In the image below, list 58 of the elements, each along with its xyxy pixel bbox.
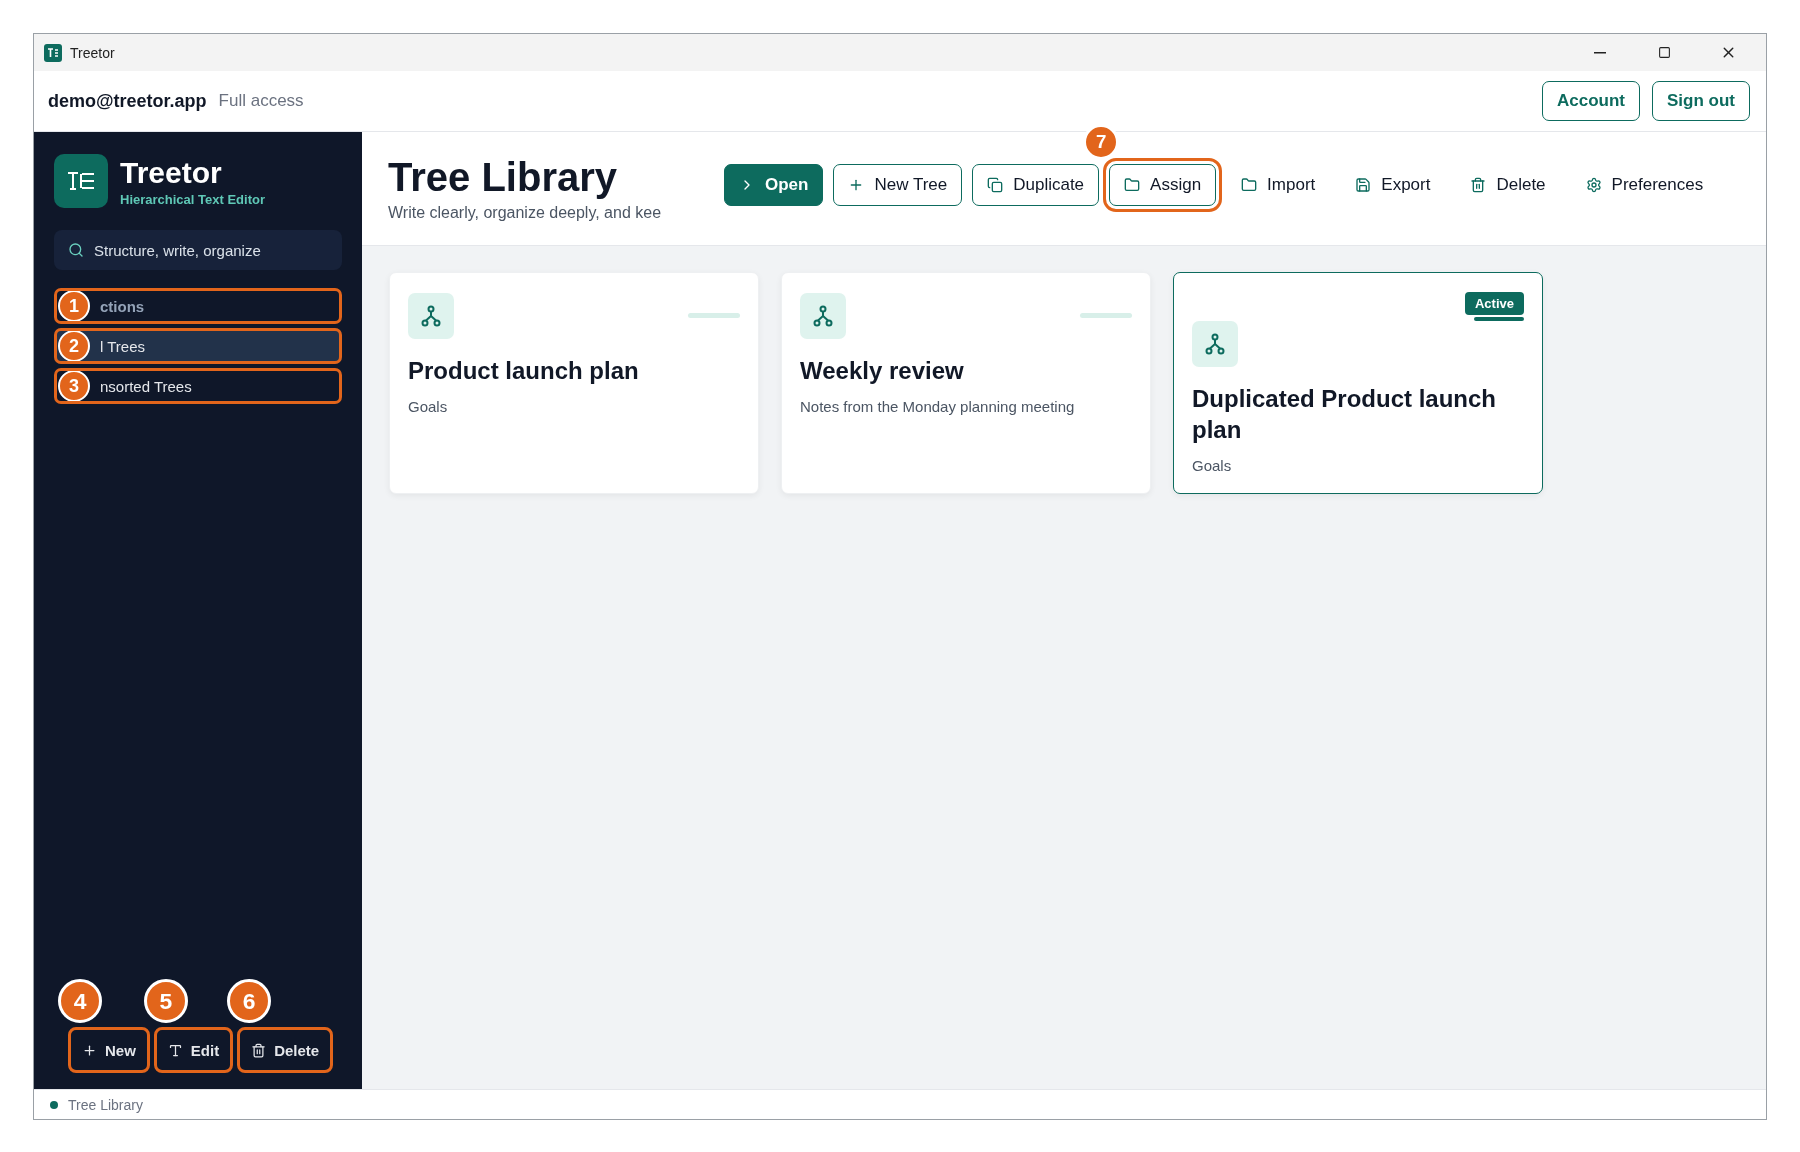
tree-card[interactable]: Product launch plan Goals xyxy=(389,272,759,494)
card-subtitle: Goals xyxy=(1192,457,1233,475)
sidebar-action-button[interactable]: New xyxy=(68,1027,150,1073)
item-label: nsorted Trees xyxy=(100,377,192,395)
callout-number: 5 xyxy=(143,979,188,1023)
sidebar-item[interactable]: 3 nsorted Trees xyxy=(54,368,342,404)
search-icon xyxy=(68,242,84,258)
progress-bar xyxy=(688,313,740,318)
callout-number: 6 xyxy=(227,979,272,1023)
logo-icon xyxy=(54,154,108,208)
app-tagline: Hierarchical Text Editor xyxy=(120,191,265,207)
card-title: Weekly review xyxy=(800,356,965,386)
folder-icon xyxy=(1241,176,1258,193)
status-dot xyxy=(50,1100,58,1109)
card-subtitle: Notes from the Monday planning meeting xyxy=(800,398,1076,416)
toolbar-button[interactable]: Duplicate xyxy=(972,163,1100,206)
settings-icon xyxy=(1585,176,1602,193)
card-subtitle: Goals xyxy=(408,398,449,416)
trash-icon xyxy=(251,1042,267,1058)
progress-bar xyxy=(1080,313,1132,318)
tree-card[interactable]: Weekly review Notes from the Monday planning meeting xyxy=(781,272,1151,494)
plus-icon xyxy=(82,1042,97,1058)
maximize-icon xyxy=(1657,46,1671,59)
minimize-icon xyxy=(1594,51,1606,54)
status-text: Tree Library xyxy=(68,1096,143,1113)
sidebar-item[interactable]: 2 l Trees xyxy=(54,328,342,364)
card-title: Product launch plan xyxy=(408,356,640,386)
text-icon xyxy=(167,1042,183,1058)
page-subtitle: Write clearly, organize deeply, and kee xyxy=(388,204,663,222)
toolbar-button[interactable]: Open xyxy=(724,163,824,206)
item-label: l Trees xyxy=(100,337,145,355)
page-title: Tree Library xyxy=(388,155,618,200)
tree-icon xyxy=(421,305,441,327)
user-email: demo@treetor.app xyxy=(48,90,207,112)
header-button[interactable]: Account xyxy=(1542,81,1640,121)
section-heading: ctions xyxy=(100,297,145,315)
sidebar-action-button[interactable]: Edit xyxy=(153,1027,234,1073)
callout-number: 3 xyxy=(58,370,90,402)
tree-icon xyxy=(1205,333,1225,355)
header-button[interactable]: Sign out xyxy=(1652,81,1750,121)
callout-number: 4 xyxy=(58,979,102,1023)
search-field[interactable]: Structure, write, organize xyxy=(54,230,342,270)
active-badge: Active xyxy=(1464,292,1524,315)
toolbar-button[interactable]: New Tree xyxy=(833,163,963,206)
app-icon xyxy=(44,43,62,62)
tree-icon xyxy=(813,305,833,327)
card-title: Duplicated Product launch plan xyxy=(1192,384,1498,446)
callout-number: 2 xyxy=(58,330,90,362)
callout-number: 1 xyxy=(58,290,90,322)
tree-card[interactable]: Active Duplicated Product launch plan Goals xyxy=(1173,272,1543,494)
trash-icon xyxy=(1470,176,1487,193)
access-label: Full access xyxy=(218,91,305,111)
app-name: Treetor xyxy=(120,155,223,190)
window-title: Treetor xyxy=(70,44,116,61)
sidebar-action-button[interactable]: Delete xyxy=(237,1027,334,1073)
copy-icon xyxy=(987,176,1004,193)
folder-icon xyxy=(1124,176,1141,193)
progress-bar xyxy=(1474,317,1524,321)
